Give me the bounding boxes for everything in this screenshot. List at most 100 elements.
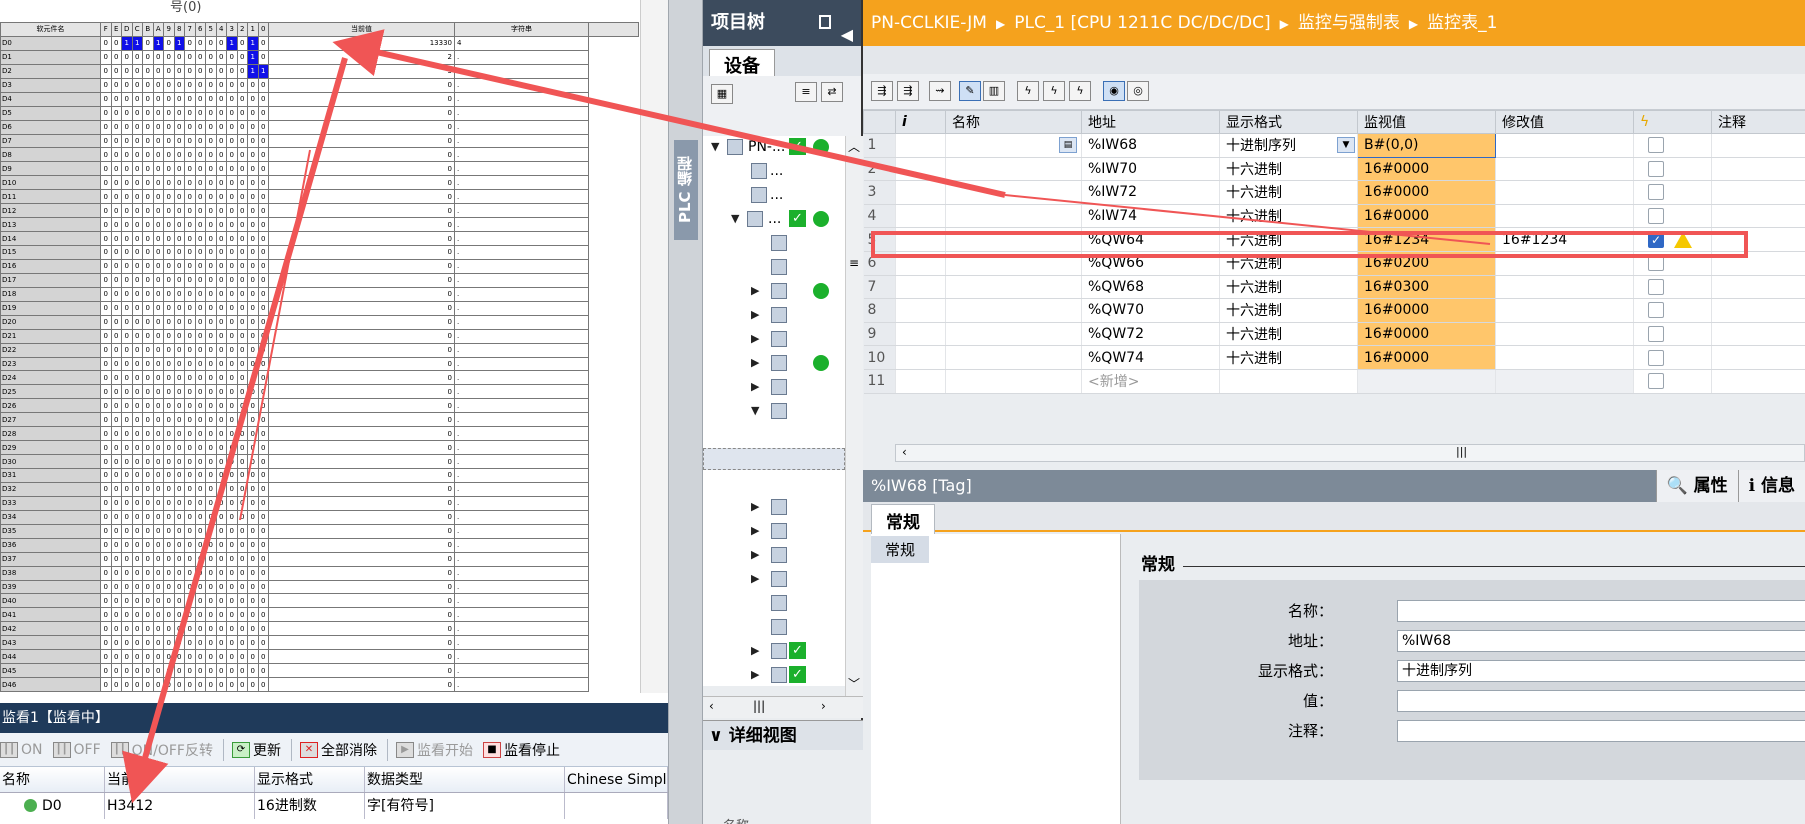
modify-value-cell[interactable]: [1495, 369, 1634, 394]
bit-cell[interactable]: 0: [247, 161, 259, 177]
bit-cell[interactable]: 0: [257, 77, 269, 93]
bit-cell[interactable]: 0: [152, 468, 164, 483]
device-row[interactable]: D33 0 0 0 0 0 0 0 0 0 0 0 0 0 0 0 0 0.: [0, 495, 639, 511]
bit-cell[interactable]: 0: [142, 105, 154, 121]
bit-cell[interactable]: 0: [226, 328, 238, 344]
bit-cell[interactable]: 0: [184, 649, 196, 665]
bit-cell[interactable]: 0: [215, 621, 227, 637]
device-row[interactable]: D39 0 0 0 0 0 0 0 0 0 0 0 0 0 0 0 0 0.: [0, 579, 639, 595]
bit-cell[interactable]: 0: [173, 77, 185, 93]
bit-cell[interactable]: 0: [163, 119, 175, 135]
tab-properties[interactable]: 🔍 属性: [1655, 470, 1738, 502]
bit-cell[interactable]: 0: [110, 384, 122, 400]
bit-cell[interactable]: 0: [142, 133, 154, 149]
bit-cell[interactable]: 0: [121, 440, 133, 456]
bit-cell[interactable]: 0: [173, 565, 185, 581]
bit-cell[interactable]: 0: [194, 635, 206, 651]
device-row[interactable]: D37 0 0 0 0 0 0 0 0 0 0 0 0 0 0 0 0 0.: [0, 551, 639, 567]
bit-cell[interactable]: 0: [142, 272, 154, 288]
bit-cell[interactable]: 0: [131, 342, 143, 358]
tree-item[interactable]: ▶: [703, 496, 845, 518]
bit-cell[interactable]: 0: [152, 677, 164, 692]
bit-cell[interactable]: 0: [257, 119, 269, 135]
bit-cell[interactable]: 0: [173, 495, 185, 511]
bit-cell[interactable]: 0: [236, 175, 248, 191]
bit-cell[interactable]: 0: [121, 77, 133, 93]
bit-cell[interactable]: 0: [100, 426, 112, 442]
bit-cell[interactable]: 0: [236, 161, 248, 177]
bit-cell[interactable]: 0: [257, 272, 269, 288]
bit-cell[interactable]: 0: [236, 384, 248, 400]
bit-cell[interactable]: 0: [257, 565, 269, 581]
bit-cell[interactable]: 0: [257, 370, 269, 386]
expand-right-icon[interactable]: ▶: [751, 496, 759, 518]
bit-cell[interactable]: 0: [173, 217, 185, 233]
bit-cell[interactable]: 0: [226, 272, 238, 288]
bit-cell[interactable]: 1: [121, 35, 133, 51]
bit-cell[interactable]: 0: [142, 300, 154, 316]
bit-cell[interactable]: 0: [194, 454, 206, 469]
device-row[interactable]: D6 0 0 0 0 0 0 0 0 0 0 0 0 0 0 0 0 0.: [0, 119, 639, 135]
bit-cell[interactable]: 0: [131, 537, 143, 553]
bit-cell[interactable]: 0: [215, 161, 227, 177]
bit-cell[interactable]: 0: [194, 231, 206, 246]
bit-cell[interactable]: 0: [131, 189, 143, 205]
bit-cell[interactable]: 0: [205, 579, 217, 595]
bit-cell[interactable]: 0: [236, 258, 248, 274]
bit-cell[interactable]: 1: [152, 35, 164, 51]
bit-cell[interactable]: 0: [215, 481, 227, 497]
bit-cell[interactable]: 0: [121, 663, 133, 679]
bit-cell[interactable]: 0: [215, 91, 227, 107]
bit-cell[interactable]: 0: [247, 91, 259, 107]
bit-cell[interactable]: 0: [152, 175, 164, 191]
bit-cell[interactable]: 0: [205, 91, 217, 107]
bit-cell[interactable]: 0: [205, 133, 217, 149]
expand-down-icon[interactable]: ▼: [731, 208, 739, 230]
bit-cell[interactable]: 0: [121, 579, 133, 595]
bit-cell[interactable]: 0: [163, 356, 175, 372]
bit-cell[interactable]: 0: [100, 175, 112, 191]
bit-cell[interactable]: 0: [142, 217, 154, 233]
bit-cell[interactable]: 0: [152, 593, 164, 609]
modify-checkbox[interactable]: [1648, 278, 1664, 295]
bit-cell[interactable]: 0: [184, 356, 196, 372]
bit-cell[interactable]: 0: [163, 35, 175, 51]
bit-cell[interactable]: 0: [226, 537, 238, 553]
tree-item[interactable]: ▶ ✓: [703, 640, 845, 662]
bit-cell[interactable]: 0: [205, 77, 217, 93]
bit-cell[interactable]: 0: [194, 91, 206, 107]
row-number[interactable]: 2: [863, 157, 896, 182]
device-row[interactable]: D7 0 0 0 0 0 0 0 0 0 0 0 0 0 0 0 0 0.: [0, 133, 639, 149]
watch-table-row[interactable]: 6 %QW66 十六进制 16#0200: [863, 251, 1805, 276]
bit-cell[interactable]: 0: [205, 49, 217, 65]
bit-cell[interactable]: 0: [100, 579, 112, 595]
bit-cell[interactable]: 0: [215, 523, 227, 539]
bit-cell[interactable]: 0: [247, 272, 259, 288]
bit-cell[interactable]: 0: [236, 523, 248, 539]
bit-cell[interactable]: 0: [226, 565, 238, 581]
bit-cell[interactable]: 0: [194, 663, 206, 679]
device-row[interactable]: D25 0 0 0 0 0 0 0 0 0 0 0 0 0 0 0 0 0.: [0, 384, 639, 400]
property-field[interactable]: %IW68: [1397, 630, 1805, 652]
bit-cell[interactable]: 0: [173, 635, 185, 651]
bit-cell[interactable]: 0: [173, 551, 185, 567]
tag-name-cell[interactable]: [945, 298, 1082, 323]
bit-cell[interactable]: 0: [163, 245, 175, 260]
bit-cell[interactable]: 0: [100, 258, 112, 274]
bit-cell[interactable]: 0: [236, 49, 248, 65]
pin-icon[interactable]: [819, 15, 831, 29]
bit-cell[interactable]: 0: [215, 384, 227, 400]
bit-cell[interactable]: 0: [215, 272, 227, 288]
bit-cell[interactable]: 0: [163, 231, 175, 246]
bit-cell[interactable]: 0: [215, 105, 227, 121]
address-cell[interactable]: %QW72: [1081, 322, 1220, 347]
address-cell[interactable]: %QW70: [1081, 298, 1220, 323]
bit-cell[interactable]: 0: [131, 398, 143, 414]
bit-cell[interactable]: 0: [247, 481, 259, 497]
bit-cell[interactable]: 0: [110, 49, 122, 65]
expand-right-icon[interactable]: ▶: [751, 664, 759, 686]
display-format-cell[interactable]: 十进制序列 ▼: [1219, 133, 1358, 158]
bit-cell[interactable]: 0: [152, 286, 164, 302]
bit-cell[interactable]: 0: [100, 607, 112, 623]
bit-cell[interactable]: 0: [142, 426, 154, 442]
